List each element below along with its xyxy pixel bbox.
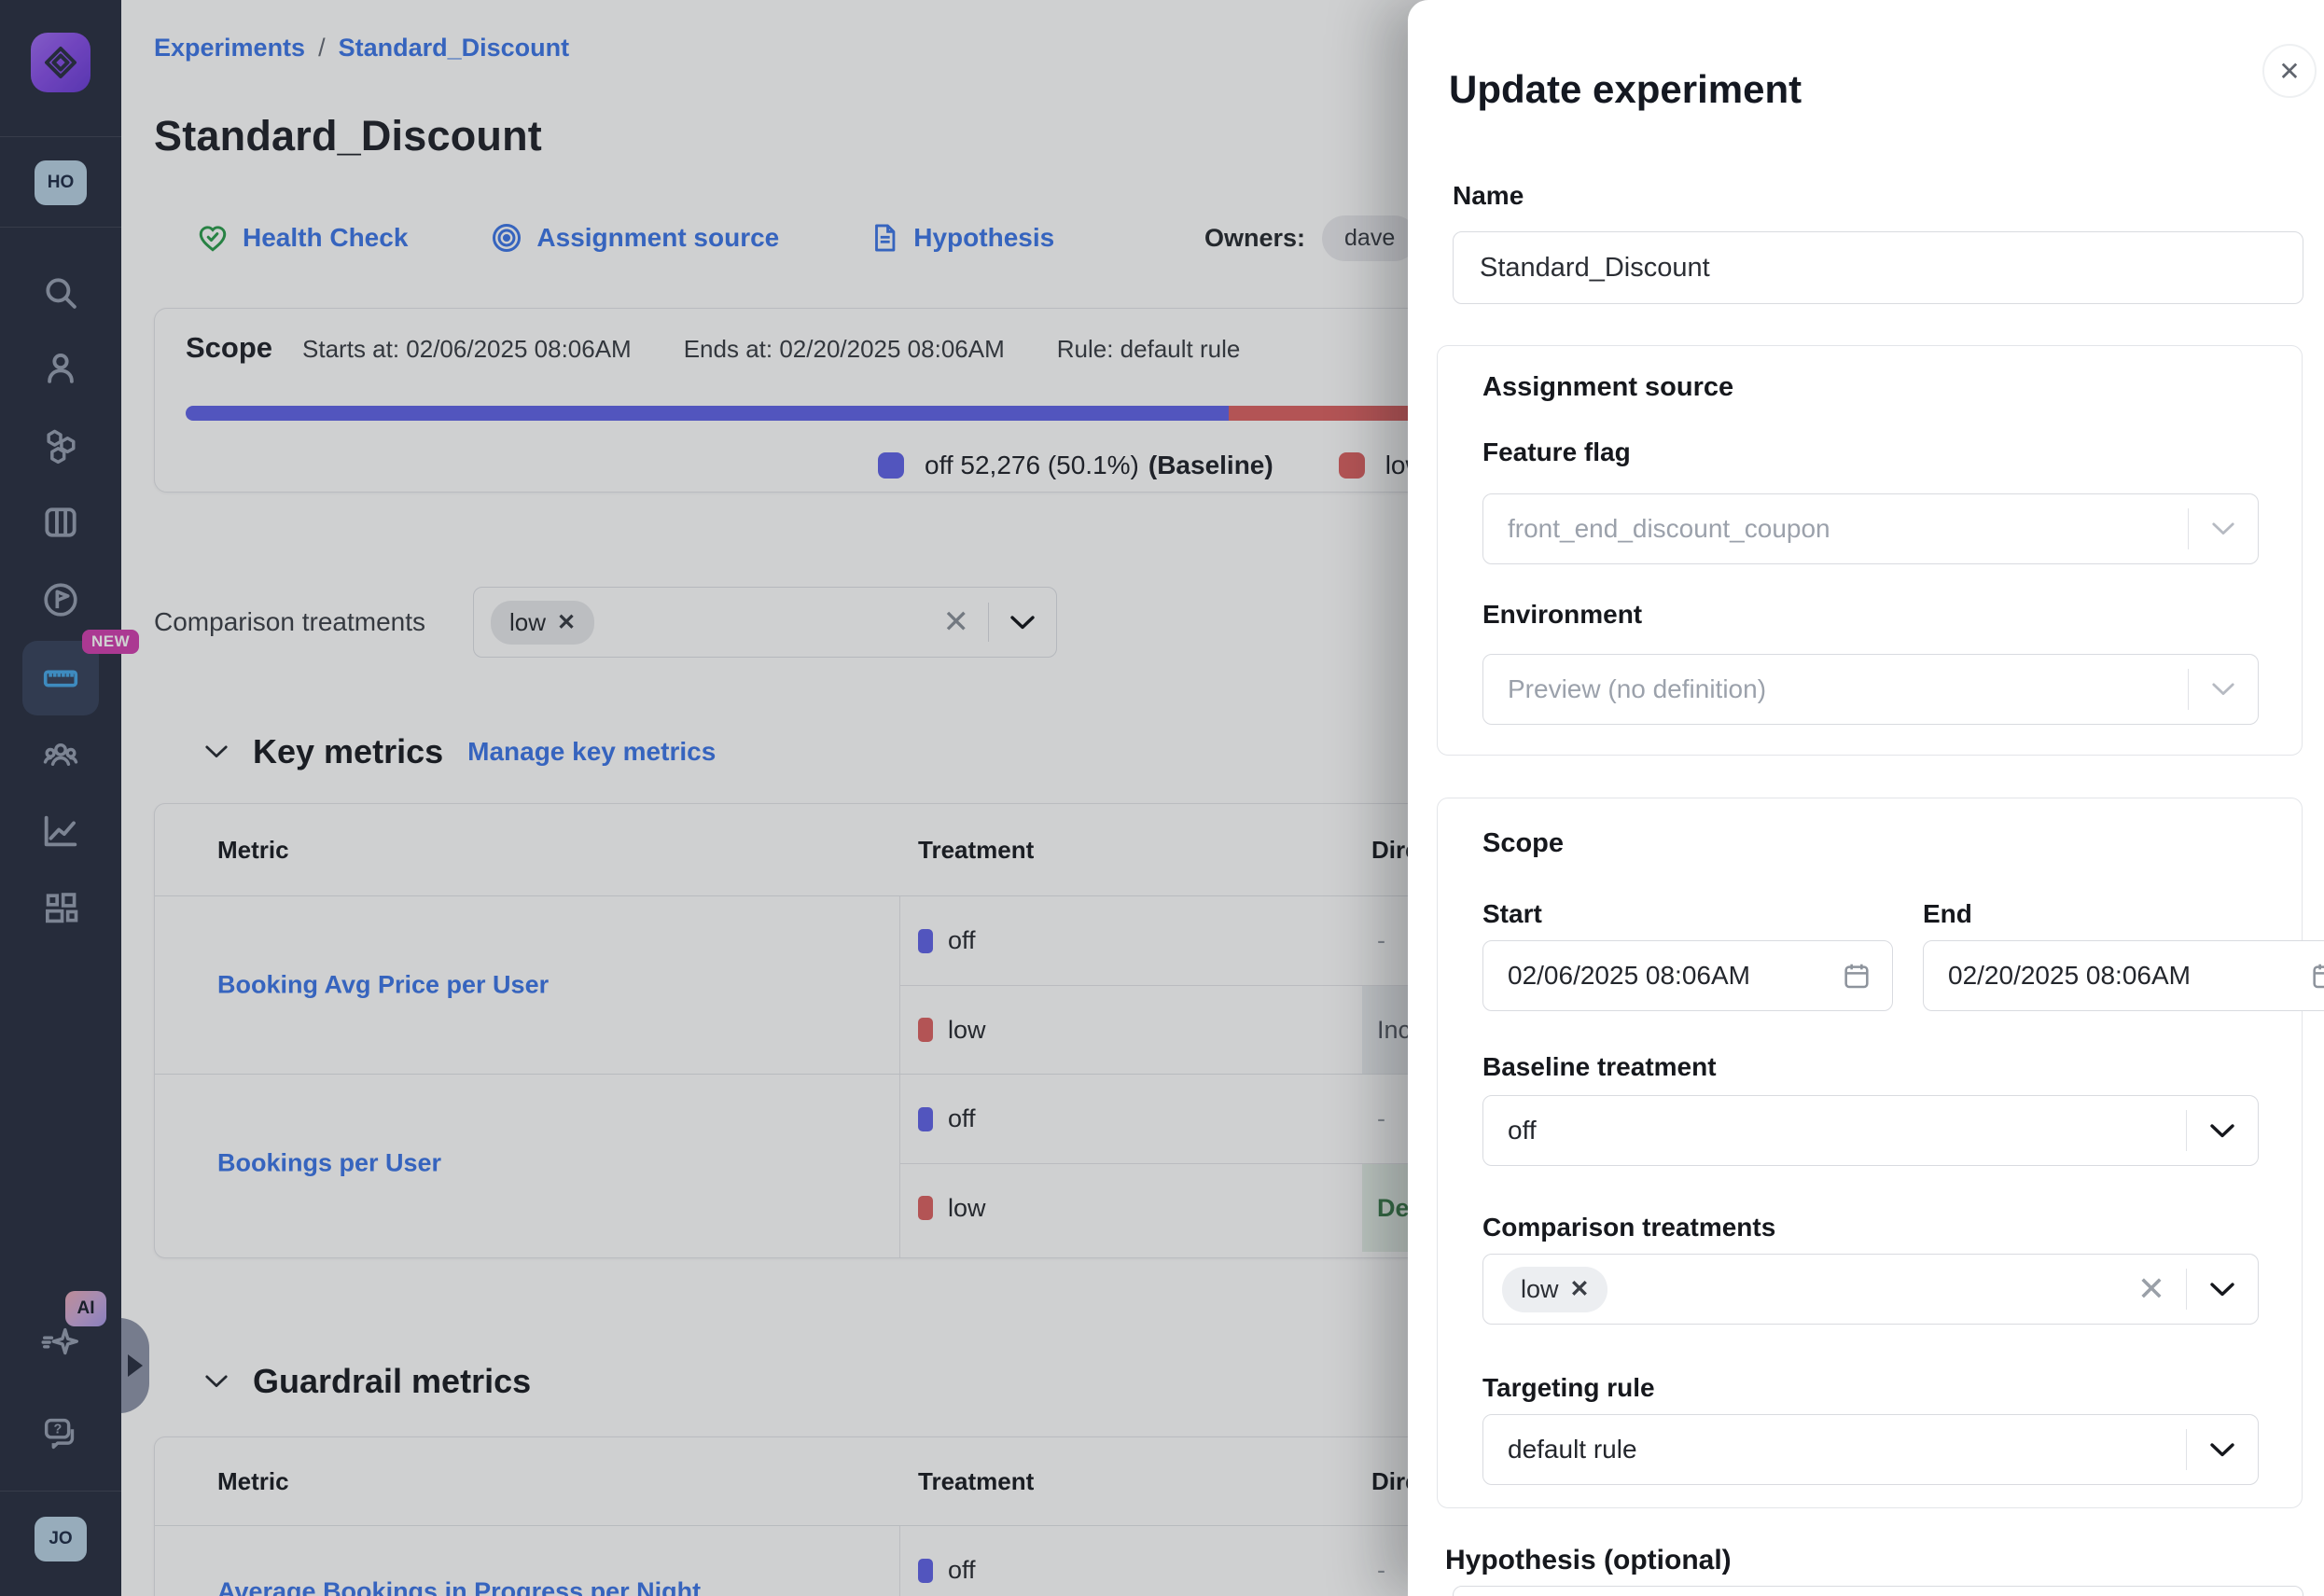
calendar-icon[interactable]	[1842, 961, 1872, 991]
feature-flag-label: Feature flag	[1482, 437, 1631, 467]
chevron-down-icon	[2189, 521, 2258, 536]
start-label: Start	[1482, 899, 1542, 929]
scope-card: Scope Start 02/06/2025 08:06AM End 02/20…	[1437, 798, 2303, 1508]
hypothesis-heading: Hypothesis (optional)	[1445, 1545, 1732, 1576]
targeting-rule-select[interactable]: default rule	[1482, 1414, 2259, 1485]
feature-flag-select: front_end_discount_coupon	[1482, 493, 2259, 564]
chevron-down-icon	[2189, 682, 2258, 697]
end-date-input[interactable]: 02/20/2025 08:06AM	[1923, 940, 2324, 1011]
name-label: Name	[1453, 181, 1524, 211]
treatment-chip[interactable]: low✕	[1502, 1267, 1607, 1312]
environment-label: Environment	[1482, 600, 1642, 630]
drawer-title: Update experiment	[1449, 67, 1802, 112]
assignment-source-heading: Assignment source	[1482, 372, 1733, 403]
chevron-down-icon[interactable]	[2187, 1123, 2258, 1139]
targeting-rule-label: Targeting rule	[1482, 1373, 1655, 1403]
start-date-input[interactable]: 02/06/2025 08:06AM	[1482, 940, 1893, 1011]
comparison-treatments-select[interactable]: low✕ ✕	[1482, 1254, 2259, 1325]
scope-heading: Scope	[1482, 828, 1564, 859]
assignment-source-card: Assignment source Feature flag front_end…	[1437, 345, 2303, 756]
baseline-treatment-select[interactable]: off	[1482, 1095, 2259, 1166]
clear-icon[interactable]: ✕	[2117, 1270, 2186, 1309]
chevron-down-icon[interactable]	[2187, 1282, 2258, 1298]
chip-remove-icon[interactable]: ✕	[1570, 1275, 1590, 1303]
update-experiment-drawer: ✕ Update experiment Name Standard_Discou…	[1408, 0, 2324, 1596]
name-input[interactable]: Standard_Discount	[1453, 231, 2303, 304]
comparison-treatments-label: Comparison treatments	[1482, 1213, 1775, 1242]
environment-select: Preview (no definition)	[1482, 654, 2259, 725]
app-window: HO	[0, 0, 2324, 1596]
close-icon[interactable]: ✕	[2262, 44, 2317, 98]
chevron-down-icon[interactable]	[2187, 1442, 2258, 1458]
end-label: End	[1923, 899, 1972, 929]
hypothesis-input[interactable]	[1453, 1586, 2303, 1596]
calendar-icon[interactable]	[2310, 961, 2324, 991]
baseline-treatment-label: Baseline treatment	[1482, 1052, 1717, 1082]
